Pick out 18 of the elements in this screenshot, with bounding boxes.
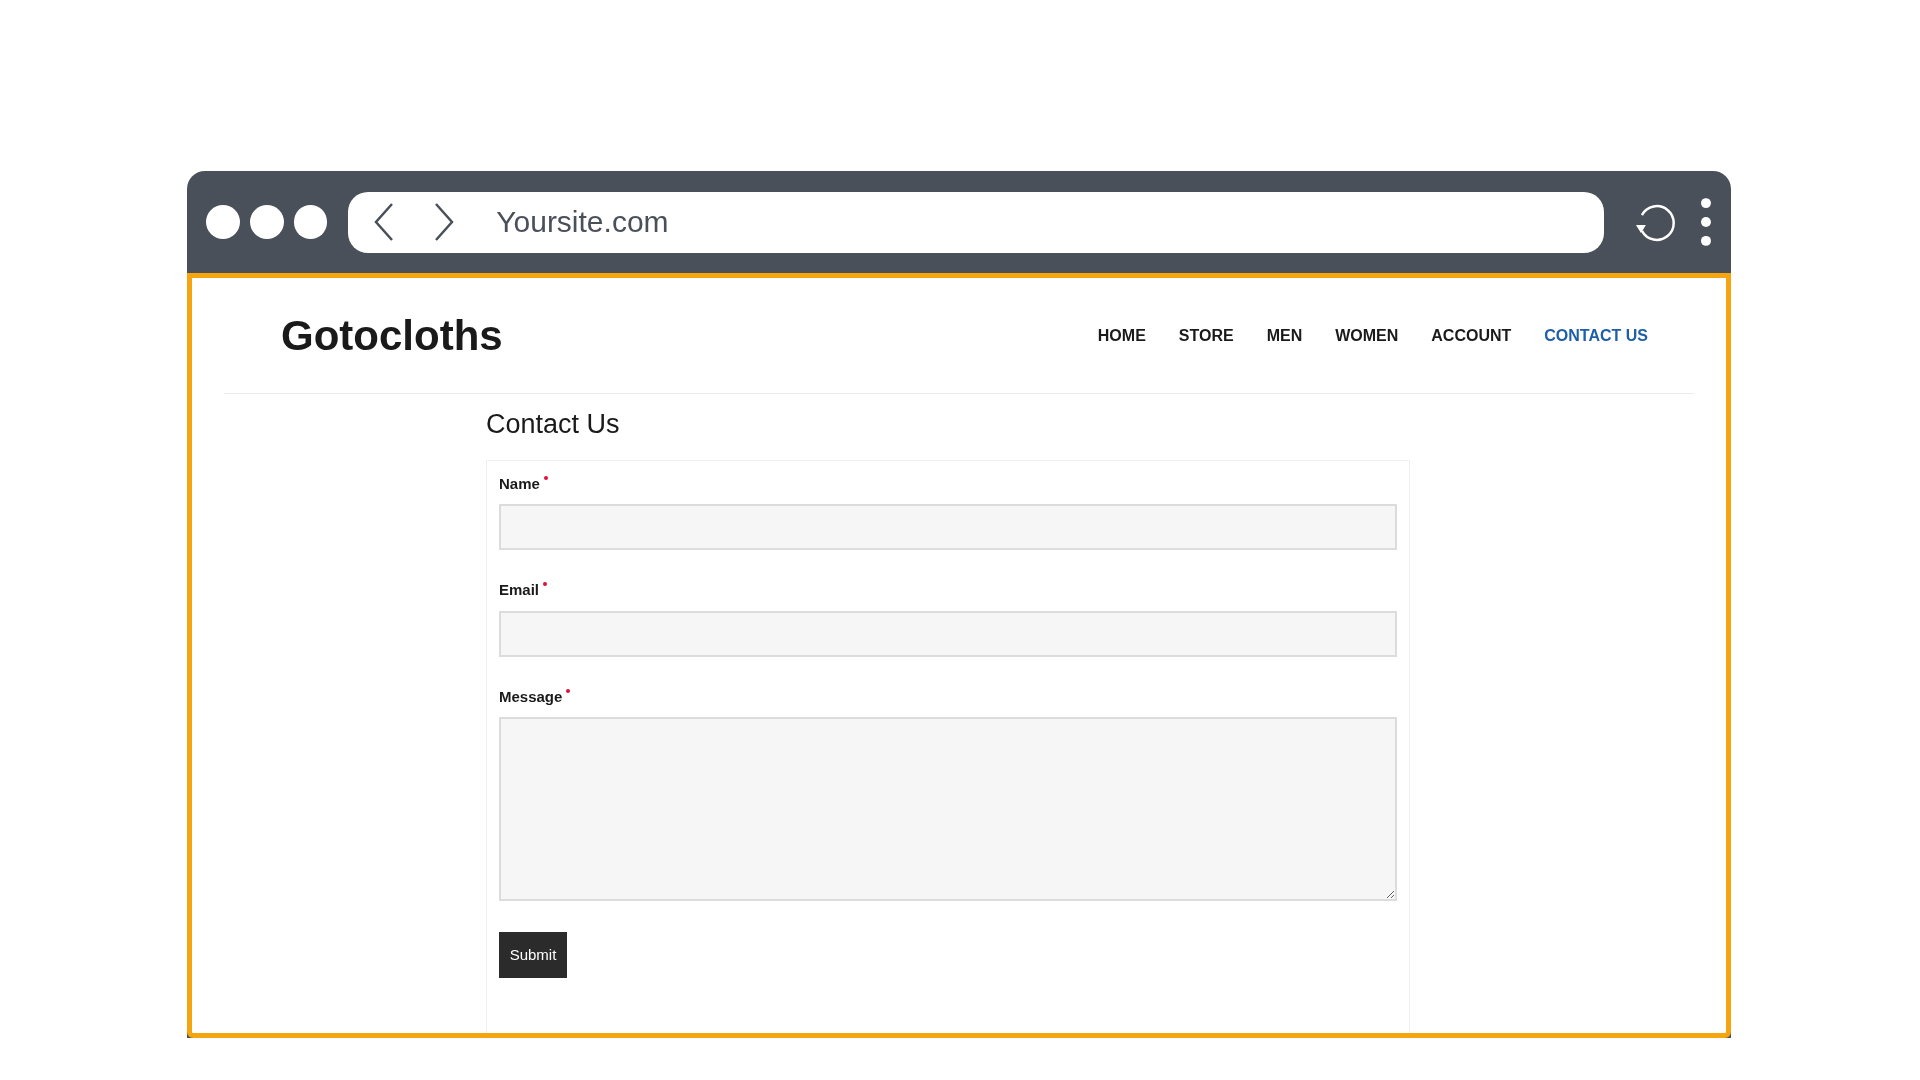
nav-link[interactable]: ACCOUNT xyxy=(1431,323,1512,348)
address-bar[interactable]: Yoursite.com xyxy=(348,191,1605,253)
menu-dots-icon[interactable] xyxy=(1700,197,1712,247)
nav-link[interactable]: HOME xyxy=(1097,323,1146,348)
field-label: Email xyxy=(499,580,540,601)
nav-link[interactable]: WOMEN xyxy=(1335,323,1399,348)
input-field[interactable] xyxy=(499,504,1397,551)
message-field[interactable] xyxy=(499,717,1397,902)
submit-button[interactable]: Submit xyxy=(499,932,567,979)
nav-link[interactable]: STORE xyxy=(1178,323,1234,348)
input-field[interactable] xyxy=(499,610,1397,657)
url-text: Yoursite.com xyxy=(496,207,669,237)
page-title: Contact Us xyxy=(486,408,621,441)
nav-link[interactable]: CONTACT US xyxy=(1544,323,1648,348)
field-label: Name xyxy=(499,473,540,494)
site-logo[interactable]: Gotocloths xyxy=(281,304,503,367)
field-label: Message xyxy=(499,686,563,707)
nav-link[interactable]: MEN xyxy=(1266,323,1303,348)
